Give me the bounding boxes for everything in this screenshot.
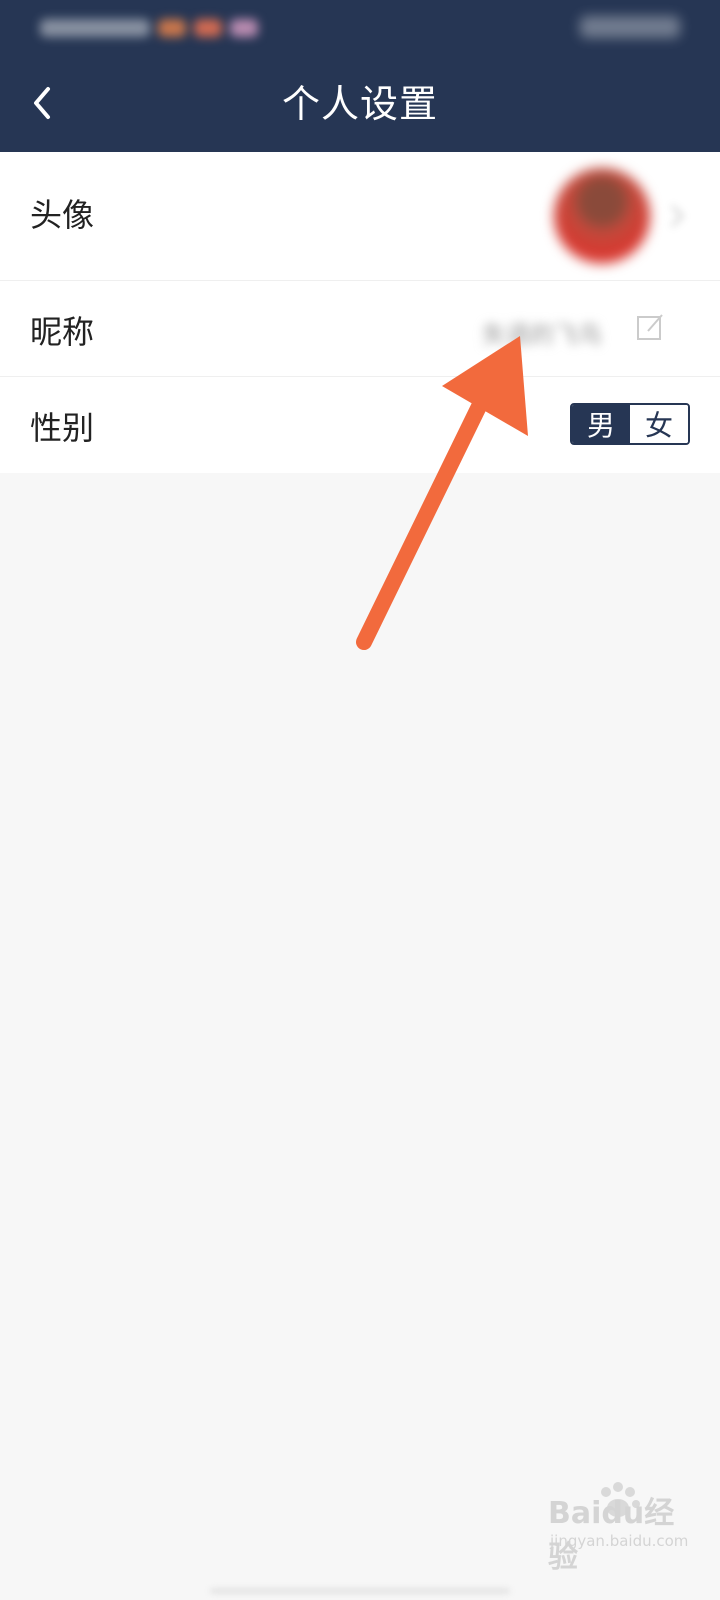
settings-list: 头像 昵称 失语的飞鸟 性别 男 女: [0, 152, 720, 473]
status-indicators: [40, 14, 270, 42]
watermark-sub-text: jingyan.baidu.com: [550, 1532, 689, 1550]
gender-option-male[interactable]: 男: [572, 405, 630, 443]
chevron-right-icon: [670, 204, 685, 228]
nickname-value: 失语的飞鸟: [482, 321, 602, 349]
navigation-bar: 个人设置: [0, 56, 720, 152]
baidu-watermark: Baidu经验 jingyan.baidu.com: [548, 1482, 689, 1575]
status-time: [580, 16, 680, 38]
gender-label: 性别: [30, 409, 95, 447]
nickname-row[interactable]: 昵称 失语的飞鸟: [0, 281, 720, 377]
edit-icon[interactable]: [634, 311, 668, 345]
avatar-row[interactable]: 头像: [0, 152, 720, 281]
avatar-label: 头像: [30, 196, 95, 234]
nickname-label: 昵称: [30, 313, 95, 351]
gender-toggle: 男 女: [570, 403, 690, 445]
home-indicator: [210, 1588, 510, 1594]
gender-row: 性别 男 女: [0, 377, 720, 473]
status-bar: [0, 0, 720, 56]
gender-option-female[interactable]: 女: [630, 405, 688, 443]
avatar[interactable]: [554, 168, 650, 264]
page-title: 个人设置: [281, 82, 438, 126]
